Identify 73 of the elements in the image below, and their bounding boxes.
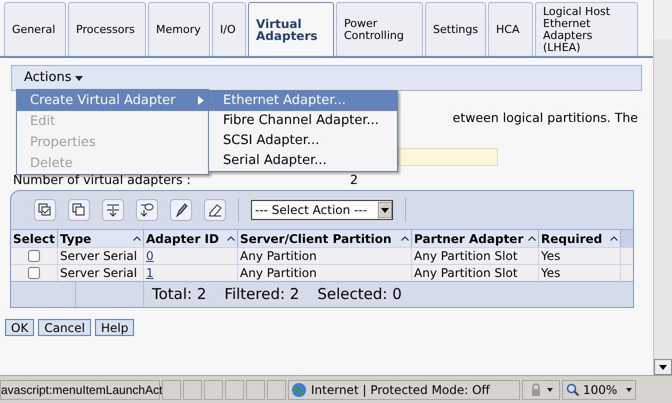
submenu-item[interactable]: SCSI Adapter... — [209, 131, 397, 151]
table-cell: Server Serial — [60, 248, 138, 264]
globe-icon — [291, 382, 307, 398]
submenu-item[interactable]: Serial Adapter... — [209, 151, 397, 171]
column-header[interactable]: Partner Adapter — [412, 230, 539, 247]
select-action-dropdown[interactable]: --- Select Action --- — [251, 200, 393, 220]
caret-icon — [74, 76, 82, 80]
dialog-button[interactable]: Cancel — [38, 319, 91, 336]
status-bar-panel — [162, 380, 181, 400]
tab[interactable]: Logical Host Ethernet Adapters (LHEA) — [535, 2, 638, 56]
row-checkbox[interactable] — [28, 250, 40, 262]
sort-icon — [610, 236, 618, 241]
dialog-button[interactable]: Help — [94, 319, 134, 336]
tab[interactable]: Memory — [148, 2, 210, 56]
caret-icon — [626, 388, 632, 392]
table-cell: Any Partition Slot — [414, 248, 518, 264]
tab[interactable]: Virtual Adapters — [248, 2, 334, 56]
input-field[interactable] — [398, 148, 498, 166]
column-header[interactable]: Required — [539, 230, 621, 247]
clear-filter-icon[interactable] — [204, 199, 226, 221]
adapter-id-link[interactable]: 1 — [146, 265, 154, 281]
submenu-item[interactable]: Fibre Channel Adapter... — [209, 111, 397, 131]
sort-icon — [528, 236, 536, 241]
adapter-count-label: Number of virtual adapters : — [13, 171, 192, 189]
actions-menu-button[interactable]: Actions — [24, 68, 82, 88]
tab[interactable]: Power Controlling — [336, 2, 423, 56]
status-bar-panel — [225, 380, 244, 400]
vertical-scrollbar[interactable] — [653, 0, 672, 375]
tab[interactable]: General — [4, 2, 66, 56]
expand-filter-icon[interactable] — [102, 199, 124, 221]
adapter-id-link[interactable]: 0 — [146, 248, 154, 264]
lock-icon — [529, 382, 543, 396]
scroll-down-icon[interactable] — [654, 359, 672, 375]
column-header[interactable]: Server/Client Partition — [238, 230, 412, 247]
security-zone-text: Internet | Protected Mode: Off — [311, 382, 490, 398]
caret-icon — [547, 388, 553, 392]
column-header[interactable]: Select — [11, 230, 58, 247]
table-cell: Server Serial — [60, 265, 138, 281]
row-checkbox[interactable] — [28, 267, 40, 279]
column-header[interactable]: Type — [58, 230, 144, 247]
table-cell: Yes — [541, 265, 560, 281]
table-cell: Any Partition — [240, 265, 317, 281]
table-cell: Any Partition — [240, 248, 317, 264]
sort-icon — [227, 236, 235, 241]
description-text-fragment: etween logical partitions. The — [452, 109, 638, 127]
zoom-button[interactable]: 100% — [562, 380, 636, 400]
status-bar-panel — [204, 380, 223, 400]
magnifier-icon — [566, 382, 580, 396]
tab[interactable]: Settings — [425, 2, 486, 56]
protected-mode-button[interactable] — [522, 380, 560, 400]
table-summary-text: Selected: 0 — [317, 284, 402, 306]
dialog-button[interactable]: OK — [5, 319, 34, 336]
table-cell: Yes — [541, 248, 560, 264]
submenu-item[interactable]: Ethernet Adapter... — [209, 91, 397, 111]
column-header[interactable]: Adapter ID — [144, 230, 238, 247]
status-bar-panel — [267, 380, 286, 400]
filter-icon[interactable] — [136, 199, 158, 221]
sort-icon — [133, 236, 141, 241]
adapter-count-value: 2 — [350, 171, 358, 189]
table-summary-text: Filtered: 2 — [224, 284, 300, 306]
tab[interactable]: Processors — [68, 2, 146, 56]
deselect-all-icon[interactable] — [68, 199, 90, 221]
tab[interactable]: I/O — [212, 2, 246, 56]
select-all-icon[interactable] — [34, 199, 56, 221]
status-url-text: avascript:menuItemLaunchAct — [0, 380, 160, 400]
status-bar-panel — [246, 380, 265, 400]
table-summary-text: Total: 2 — [152, 284, 206, 306]
tab[interactable]: HCA — [488, 2, 533, 56]
dropdown-arrow-icon — [378, 202, 392, 218]
status-bar-panel — [183, 380, 202, 400]
sort-icon — [401, 236, 409, 241]
menu-item[interactable]: Create Virtual Adapter — [17, 90, 208, 111]
table-cell: Any Partition Slot — [414, 265, 518, 281]
